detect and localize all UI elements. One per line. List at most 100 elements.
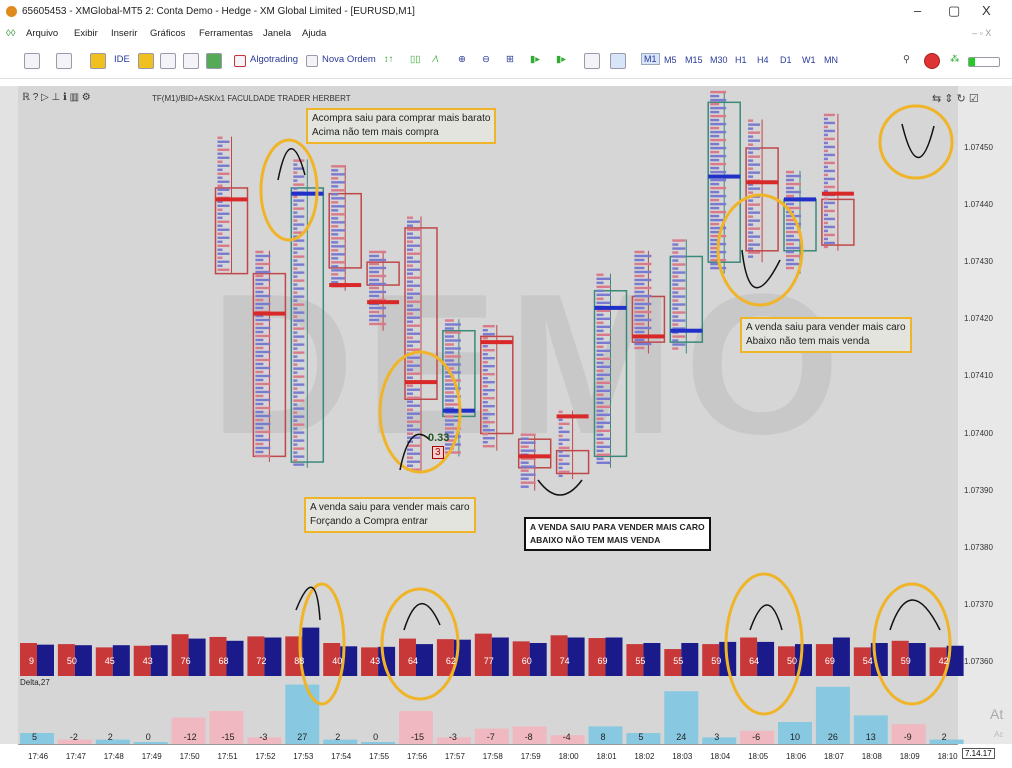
footprint-level <box>786 202 794 206</box>
footprint-level <box>293 327 305 330</box>
footprint-level <box>596 273 604 277</box>
footprint-level <box>217 264 223 267</box>
volume-bid-bar <box>757 641 775 676</box>
footprint-level <box>255 318 271 322</box>
footprint-level <box>634 266 645 270</box>
footprint-level <box>786 226 794 230</box>
delta-value-label: -8 <box>524 732 533 742</box>
chart-tools[interactable]: ℝ ? ▷ ⊥ ℹ ▥ ⚙ <box>22 92 91 103</box>
annotation-bottom-line-1: A venda saiu para vender mais caro <box>310 502 470 513</box>
footprint-level <box>596 445 611 449</box>
time-label: 18:04 <box>710 752 731 761</box>
footprint-level <box>634 342 652 346</box>
footprint-level <box>823 153 835 157</box>
footprint-level <box>217 252 230 255</box>
footprint-level <box>710 166 720 170</box>
footprint-level <box>672 315 679 318</box>
footprint-level <box>255 386 264 390</box>
footprint-level <box>558 458 563 462</box>
footprint-level <box>331 177 339 180</box>
footprint-level <box>823 117 828 121</box>
footprint-level <box>596 377 604 381</box>
footprint-level <box>293 403 298 406</box>
footprint-level <box>293 427 298 430</box>
footprint-level <box>407 240 413 243</box>
footprint-level <box>293 355 298 358</box>
footprint-level <box>293 307 298 310</box>
volume-label: 55 <box>635 656 646 666</box>
footprint-level <box>596 437 611 441</box>
footprint-level <box>444 359 454 362</box>
footprint-level <box>407 280 413 283</box>
footprint-level <box>444 347 461 350</box>
delta-value-label: -3 <box>259 732 268 742</box>
footprint-level <box>331 261 346 264</box>
footprint-level <box>407 268 420 271</box>
footprint-level <box>596 337 604 341</box>
hand-drawn-arc <box>889 599 941 631</box>
footprint-level <box>786 262 801 266</box>
footprint-level <box>596 453 611 457</box>
time-label: 18:03 <box>672 752 693 761</box>
footprint-level <box>823 113 835 117</box>
footprint-level <box>710 98 727 102</box>
footprint-level <box>634 298 645 302</box>
footprint-level <box>331 185 339 188</box>
footprint-level <box>710 154 727 158</box>
chart-right-tools[interactable]: ⇆ ⇕ ↻ ☑ <box>932 92 979 105</box>
footprint-level <box>255 418 264 422</box>
footprint-level <box>748 147 761 150</box>
footprint-level <box>217 180 230 183</box>
footprint-level <box>407 376 413 379</box>
volume-bid-bar <box>302 627 320 676</box>
footprint-level <box>710 138 727 142</box>
footprint-level <box>520 437 529 440</box>
volume-label: 72 <box>256 656 267 666</box>
footprint-level <box>520 445 529 448</box>
footprint-level <box>331 241 339 244</box>
footprint-level <box>369 274 387 278</box>
footprint-level <box>293 311 305 314</box>
footprint-level <box>407 244 420 247</box>
footprint-level <box>293 219 298 222</box>
footprint-level <box>369 258 387 262</box>
footprint-level <box>482 337 488 340</box>
footprint-level <box>255 430 271 434</box>
delta-value-label: 24 <box>676 732 687 742</box>
highlight-circle <box>259 138 319 242</box>
footprint-level <box>293 359 305 362</box>
footprint-level <box>786 238 801 242</box>
delta-value-label: -7 <box>486 732 495 742</box>
footprint-level <box>786 242 794 246</box>
footprint-level <box>596 441 604 445</box>
footprint-level <box>558 442 563 446</box>
footprint-level <box>748 243 761 246</box>
footprint-level <box>444 343 454 346</box>
footprint-level <box>369 290 387 294</box>
hand-drawn-arc <box>295 586 321 621</box>
poc-marker <box>480 340 513 345</box>
volume-label: 77 <box>483 656 494 666</box>
delta-value-label: 5 <box>638 732 644 742</box>
footprint-level <box>823 137 835 141</box>
footprint-level <box>407 256 413 259</box>
footprint-level <box>407 316 420 319</box>
volume-bid-bar <box>795 644 812 676</box>
footprint-level <box>672 311 686 314</box>
footprint-level <box>407 264 413 267</box>
footprint-level <box>596 461 611 465</box>
footprint-level <box>444 331 461 334</box>
footprint-level <box>823 165 828 169</box>
footprint-level <box>407 276 420 279</box>
delta-value-label: 8 <box>600 732 606 742</box>
footprint-level <box>823 237 828 241</box>
footprint-level <box>823 229 828 233</box>
footprint-level <box>369 254 380 258</box>
footprint-level <box>407 324 420 327</box>
annotation-dark: A VENDA SAIU PARA VENDER MAIS CARO ABAIX… <box>524 517 711 551</box>
time-label: 17:52 <box>255 752 276 761</box>
annotation-dark-line-1: A VENDA SAIU PARA VENDER MAIS CARO <box>530 522 705 532</box>
footprint-level <box>407 328 413 331</box>
footprint-level <box>823 149 828 153</box>
footprint-level <box>407 404 420 407</box>
